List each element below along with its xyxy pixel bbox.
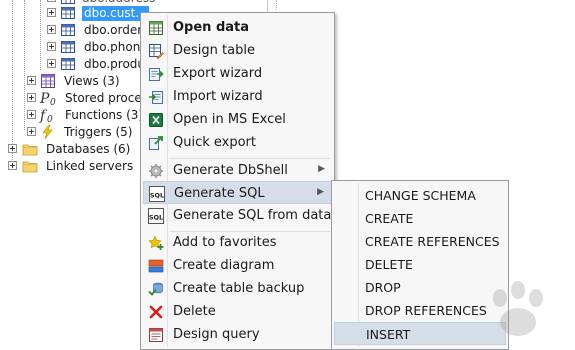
svg-text:0: 0	[47, 115, 53, 123]
submenu-item-label: INSERT	[366, 327, 411, 342]
menu-item-create-table-backup[interactable]: Create table backup	[143, 277, 332, 300]
tree-item-label: dbo.cust...	[82, 6, 149, 21]
expand-toggle-icon[interactable]	[47, 8, 56, 17]
table-icon	[61, 7, 75, 19]
menu-item-export-wizard[interactable]: Export wizard	[143, 62, 332, 85]
tree-guide-line	[40, 0, 41, 70]
expand-toggle-icon[interactable]	[47, 0, 56, 2]
menu-item-quick-export[interactable]: Quick export	[143, 131, 332, 154]
menu-item-label: Open data	[173, 20, 250, 35]
lightning-icon	[42, 124, 53, 140]
menu-item-label: Generate SQL	[174, 186, 265, 201]
expand-toggle-icon[interactable]	[27, 93, 36, 102]
menu-item-generate-sql-from-data[interactable]: SQL Generate SQL from data	[143, 204, 332, 227]
tree-item-label: dbo.order	[84, 23, 143, 37]
expand-toggle-icon[interactable]	[8, 161, 17, 170]
table-icon	[61, 58, 75, 70]
design-table-icon	[149, 44, 164, 59]
table-grid-icon	[149, 21, 163, 35]
function-icon: f 0	[39, 108, 53, 123]
submenu-item-change-schema[interactable]: CHANGE SCHEMA	[334, 184, 506, 207]
diagram-icon	[148, 259, 164, 273]
menu-item-design-table[interactable]: Design table	[143, 39, 332, 62]
menu-item-create-diagram[interactable]: Create diagram	[143, 254, 332, 277]
sql-icon: SQL	[149, 186, 165, 202]
table-icon	[61, 41, 75, 53]
folder-icon	[22, 161, 38, 173]
table-icon	[61, 24, 75, 36]
tree-item-label: Views (3)	[64, 74, 120, 88]
submenu-item-label: DELETE	[365, 257, 413, 272]
submenu-arrow-icon: ▶	[318, 164, 325, 174]
quick-export-icon	[149, 136, 163, 150]
submenu-item-label: CREATE	[365, 211, 414, 226]
menu-item-label: Open in MS Excel	[173, 112, 286, 127]
stored-procedure-icon: P 0	[39, 91, 56, 106]
submenu-item-delete[interactable]: DELETE	[334, 253, 506, 276]
menu-item-label: Generate SQL from data	[173, 208, 332, 223]
expand-toggle-icon[interactable]	[27, 76, 36, 85]
submenu-item-label: CHANGE SCHEMA	[365, 188, 476, 203]
expand-toggle-icon[interactable]	[8, 144, 17, 153]
menu-item-open-in-ms-excel[interactable]: Open in MS Excel	[143, 108, 332, 131]
menu-item-import-wizard[interactable]: Import wizard	[143, 85, 332, 108]
panel-divider-dots	[276, 0, 277, 10]
expand-toggle-icon[interactable]	[47, 42, 56, 51]
submenu-item-label: DROP REFERENCES	[365, 303, 487, 318]
export-wizard-icon	[149, 68, 164, 81]
import-wizard-icon	[149, 91, 163, 104]
submenu-item-create[interactable]: CREATE	[334, 207, 506, 230]
svg-text:SQL: SQL	[150, 192, 164, 200]
expand-toggle-icon[interactable]	[47, 25, 56, 34]
table-backup-icon	[148, 282, 163, 296]
menu-item-label: Create diagram	[173, 258, 275, 273]
sql-data-icon: SQL	[148, 208, 164, 224]
tree-item-label: Functions (3)	[65, 108, 144, 122]
tree-item-label: Databases (6)	[46, 142, 131, 156]
menu-item-label: Import wizard	[173, 89, 263, 104]
context-menu: Open data Design table Export wizard Imp…	[140, 12, 335, 350]
menu-item-label: Add to favorites	[173, 235, 277, 250]
design-query-icon	[149, 328, 163, 342]
menu-item-label: Design table	[173, 43, 255, 58]
submenu-item-label: DROP	[365, 280, 401, 295]
expand-toggle-icon[interactable]	[47, 59, 56, 68]
submenu-arrow-icon: ▶	[317, 187, 324, 197]
watermark-logo	[493, 281, 543, 336]
expand-toggle-icon[interactable]	[27, 110, 36, 119]
menu-item-generate-dbshell[interactable]: Generate DbShell ▶	[143, 159, 332, 182]
menu-item-label: Export wizard	[173, 66, 263, 81]
views-icon	[41, 74, 55, 88]
menu-item-label: Quick export	[173, 135, 257, 150]
gear-icon	[149, 164, 163, 178]
menu-item-generate-sql[interactable]: SQL Generate SQL ▶	[143, 181, 332, 204]
menu-item-add-to-favorites[interactable]: Add to favorites	[143, 231, 332, 254]
excel-icon	[149, 113, 163, 127]
menu-item-delete[interactable]: Delete	[143, 300, 332, 323]
tree-item-label: Triggers (5)	[64, 125, 133, 139]
submenu-item-create-references[interactable]: CREATE REFERENCES	[334, 230, 506, 253]
submenu-item-label: CREATE REFERENCES	[365, 234, 500, 249]
tree-guide-line	[24, 0, 25, 130]
menu-item-design-query[interactable]: Design query	[143, 323, 332, 346]
expand-toggle-icon[interactable]	[27, 127, 36, 136]
folder-icon	[22, 144, 38, 156]
favorites-star-icon	[148, 235, 164, 250]
delete-x-icon	[149, 305, 163, 319]
svg-text:0: 0	[50, 98, 56, 106]
menu-item-label: Delete	[173, 304, 216, 319]
menu-item-open-data[interactable]: Open data	[143, 16, 332, 39]
tree-item-label: Linked servers	[46, 159, 134, 173]
menu-item-label: Design query	[173, 327, 260, 342]
menu-item-label: Create table backup	[173, 281, 305, 296]
svg-text:SQL: SQL	[149, 214, 163, 222]
menu-item-label: Generate DbShell	[173, 163, 288, 178]
svg-text:P: P	[39, 91, 50, 106]
